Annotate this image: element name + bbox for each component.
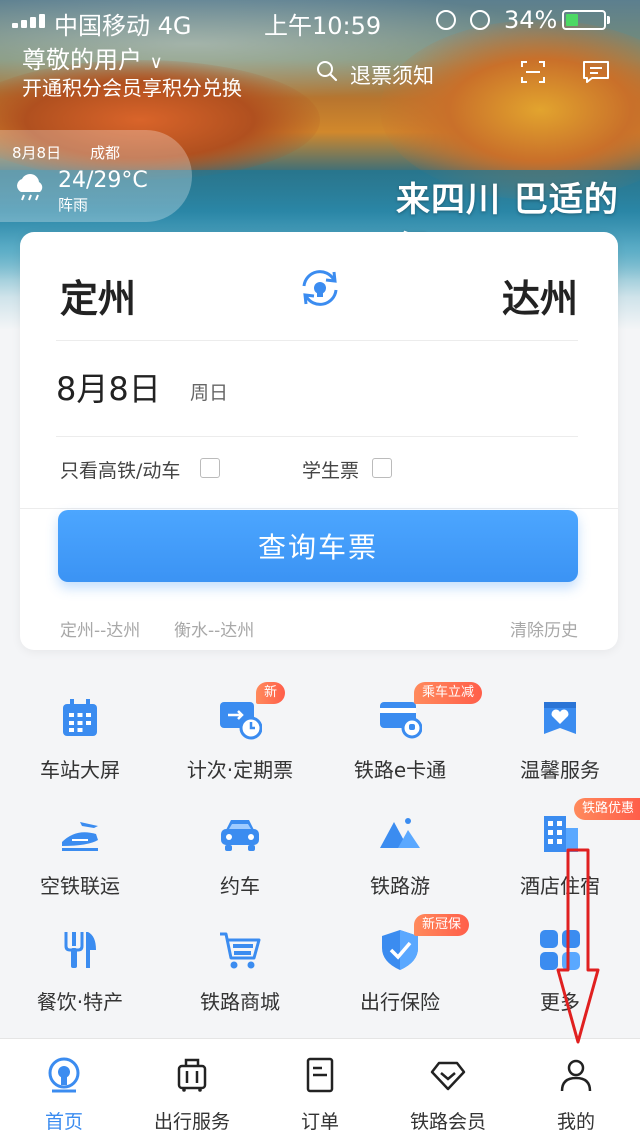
highspeed-only-checkbox[interactable] bbox=[200, 458, 220, 478]
history-item[interactable]: 定州--达州 bbox=[60, 616, 140, 641]
battery-percent: 34% bbox=[504, 6, 558, 34]
student-ticket-label: 学生票 bbox=[302, 460, 360, 482]
search-refund-notice[interactable]: 退票须知 bbox=[350, 60, 434, 90]
bottom-tab-bar: 首页 出行服务 订单 铁路会员 我的 bbox=[0, 1038, 640, 1136]
tab-label: 铁路会员 bbox=[409, 1111, 486, 1133]
clock: 上午10:59 bbox=[264, 12, 382, 40]
luggage-icon bbox=[177, 1058, 207, 1092]
tab-label: 首页 bbox=[44, 1111, 83, 1133]
status-bar: 中国移动 4G 上午10:59 34% bbox=[0, 0, 640, 40]
tab-label: 订单 bbox=[300, 1111, 339, 1133]
alarm-icon bbox=[470, 10, 490, 30]
service-air-rail[interactable]: 空铁联运 bbox=[0, 812, 160, 922]
calendar-icon bbox=[63, 699, 97, 736]
carrier-label: 中国移动 4G bbox=[54, 12, 192, 40]
heart-box-icon bbox=[544, 702, 576, 734]
service-label: 出行保险 bbox=[360, 990, 440, 1014]
rain-cloud-icon bbox=[17, 174, 43, 201]
tab-mine[interactable]: 我的 bbox=[512, 1039, 640, 1136]
screen: 中国移动 4G 上午10:59 34% 尊敬的用户 ∨ 开通积分会员享积分兑换 … bbox=[0, 0, 640, 1136]
history-item[interactable]: 衡水--达州 bbox=[174, 616, 254, 641]
battery-icon bbox=[562, 10, 606, 30]
covid-insurance-badge: 新冠保 bbox=[414, 914, 470, 936]
service-insurance[interactable]: 出行保险 bbox=[320, 928, 480, 1038]
plane-train-icon bbox=[62, 822, 98, 851]
service-label: 车站大屏 bbox=[40, 758, 120, 782]
highspeed-only-label: 只看高铁/动车 bbox=[60, 460, 181, 482]
fork-knife-icon bbox=[64, 932, 96, 968]
person-icon bbox=[560, 1059, 592, 1092]
home-train-icon bbox=[48, 1057, 80, 1093]
scan-icon[interactable] bbox=[520, 60, 546, 84]
diamond-icon bbox=[430, 1061, 466, 1091]
service-label: 铁路e卡通 bbox=[353, 758, 447, 782]
location-icon bbox=[436, 10, 456, 30]
car-icon bbox=[221, 820, 259, 851]
ride-discount-badge: 乘车立减 bbox=[414, 682, 483, 704]
service-label: 餐饮·特产 bbox=[36, 990, 124, 1014]
order-icon bbox=[306, 1057, 334, 1093]
user-name[interactable]: 尊敬的用户 ∨ bbox=[22, 40, 163, 75]
tab-rail-member[interactable]: 铁路会员 bbox=[384, 1039, 512, 1136]
new-badge: 新 bbox=[256, 682, 286, 704]
tab-label: 我的 bbox=[556, 1111, 595, 1133]
mountain-icon bbox=[380, 818, 420, 848]
service-food[interactable]: 餐饮·特产 bbox=[0, 928, 160, 1038]
travel-weekday: 周日 bbox=[190, 382, 229, 404]
service-label: 铁路游 bbox=[370, 874, 430, 898]
travel-date[interactable]: 8月8日 bbox=[56, 364, 161, 410]
tab-label: 出行服务 bbox=[153, 1111, 230, 1133]
service-label: 空铁联运 bbox=[40, 874, 120, 898]
service-mall[interactable]: 铁路商城 bbox=[160, 928, 320, 1038]
tab-home[interactable]: 首页 bbox=[0, 1039, 128, 1136]
from-station[interactable]: 定州 bbox=[60, 268, 136, 323]
to-station[interactable]: 达州 bbox=[502, 268, 578, 323]
service-label: 约车 bbox=[220, 874, 260, 898]
rail-discount-badge: 铁路优惠 bbox=[574, 798, 640, 820]
service-label: 计次·定期票 bbox=[186, 758, 294, 782]
cart-icon bbox=[220, 932, 261, 969]
member-promo[interactable]: 开通积分会员享积分兑换 bbox=[22, 72, 242, 101]
service-station-screen[interactable]: 车站大屏 bbox=[0, 696, 160, 806]
ticket-search-card: 定州 达州 8月8日 周日 只看高铁/动车 学生票 查询车票 定州--达州 衡水… bbox=[20, 232, 618, 650]
swap-stations-icon[interactable] bbox=[298, 266, 342, 310]
weather-widget[interactable]: 8月8日 成都 24/29°C 阵雨 bbox=[0, 130, 192, 222]
signal-icon bbox=[12, 14, 48, 28]
service-car-hailing[interactable]: 约车 bbox=[160, 812, 320, 922]
weather-date: 8月8日 bbox=[12, 144, 62, 162]
service-e-card[interactable]: 铁路e卡通 bbox=[320, 696, 480, 806]
query-tickets-button[interactable]: 查询车票 bbox=[58, 510, 578, 582]
message-icon[interactable] bbox=[582, 60, 610, 84]
service-label: 温馨服务 bbox=[520, 758, 600, 782]
service-label: 铁路商城 bbox=[200, 990, 280, 1014]
service-periodic-ticket[interactable]: 计次·定期票 bbox=[160, 696, 320, 806]
tab-orders[interactable]: 订单 bbox=[256, 1039, 384, 1136]
service-warm-care[interactable]: 温馨服务 bbox=[480, 696, 640, 806]
weather-condition: 阵雨 bbox=[58, 196, 89, 214]
search-icon[interactable] bbox=[316, 60, 338, 82]
student-ticket-checkbox[interactable] bbox=[372, 458, 392, 478]
annotation-arrow bbox=[556, 848, 600, 1044]
tab-travel-services[interactable]: 出行服务 bbox=[128, 1039, 256, 1136]
weather-city: 成都 bbox=[90, 144, 121, 162]
weather-temp: 24/29°C bbox=[58, 168, 148, 193]
clear-history-button[interactable]: 清除历史 bbox=[510, 616, 578, 641]
service-rail-tour[interactable]: 铁路游 bbox=[320, 812, 480, 922]
